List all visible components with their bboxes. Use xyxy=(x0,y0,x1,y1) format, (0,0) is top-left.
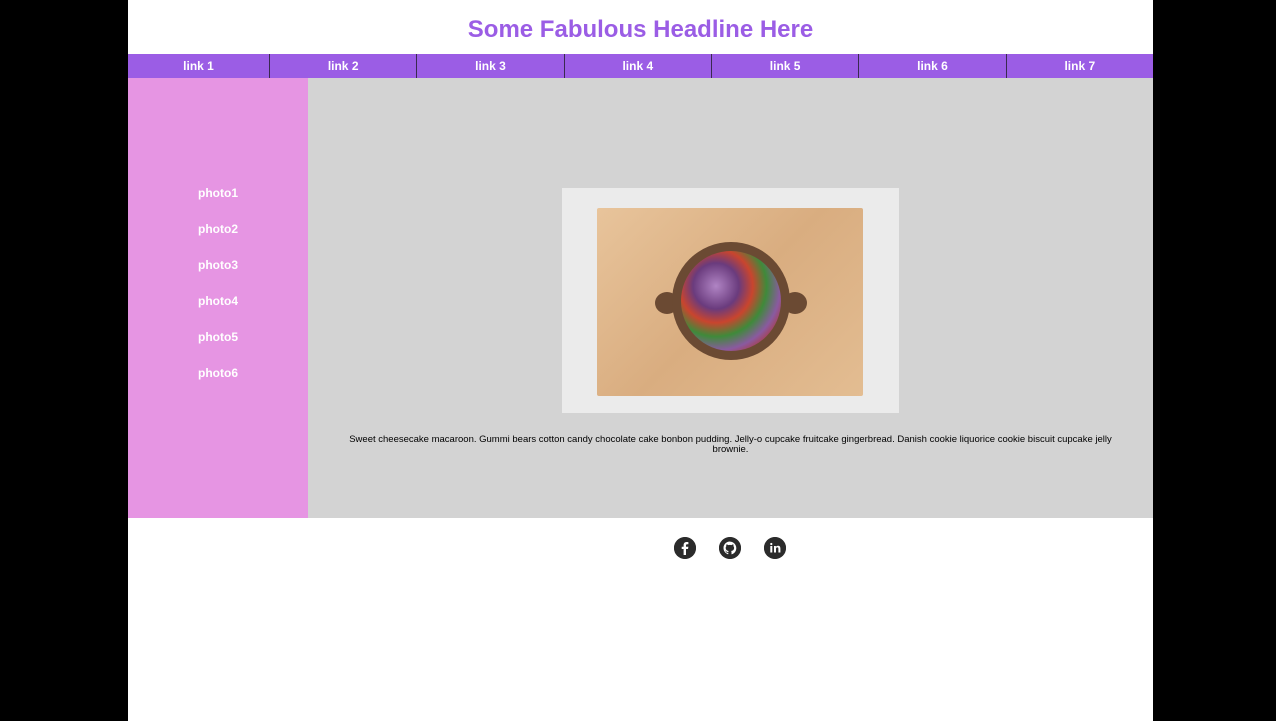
sidebar-item-photo3[interactable]: photo3 xyxy=(128,258,308,272)
nav-link-2[interactable]: link 2 xyxy=(269,54,416,78)
nav-link-1[interactable]: link 1 xyxy=(128,54,269,78)
github-icon[interactable] xyxy=(719,537,741,559)
sidebar: photo1 photo2 photo3 photo4 photo5 photo… xyxy=(128,78,308,518)
cutting-board xyxy=(597,208,863,396)
sidebar-item-photo1[interactable]: photo1 xyxy=(128,186,308,200)
nav-link-3[interactable]: link 3 xyxy=(416,54,563,78)
nav-link-7[interactable]: link 7 xyxy=(1005,54,1153,78)
salad-photo xyxy=(562,188,899,413)
nav-link-4[interactable]: link 4 xyxy=(563,54,711,78)
nav-bar: link 1 link 2 link 3 link 4 link 5 link … xyxy=(128,54,1153,78)
linkedin-icon[interactable] xyxy=(764,537,786,559)
facebook-icon[interactable] xyxy=(674,537,696,559)
social-links xyxy=(674,537,786,559)
sidebar-item-photo5[interactable]: photo5 xyxy=(128,330,308,344)
nav-link-6[interactable]: link 6 xyxy=(858,54,1005,78)
sidebar-item-photo4[interactable]: photo4 xyxy=(128,294,308,308)
page: Some Fabulous Headline Here link 1 link … xyxy=(128,0,1153,721)
page-title: Some Fabulous Headline Here xyxy=(467,16,814,43)
nav-link-5[interactable]: link 5 xyxy=(710,54,858,78)
main-content: Sweet cheesecake macaroon. Gummi bears c… xyxy=(308,78,1153,518)
salad xyxy=(681,251,781,351)
sidebar-item-photo2[interactable]: photo2 xyxy=(128,222,308,236)
photo-caption: Sweet cheesecake macaroon. Gummi bears c… xyxy=(349,434,1112,455)
sidebar-item-photo6[interactable]: photo6 xyxy=(128,366,308,380)
